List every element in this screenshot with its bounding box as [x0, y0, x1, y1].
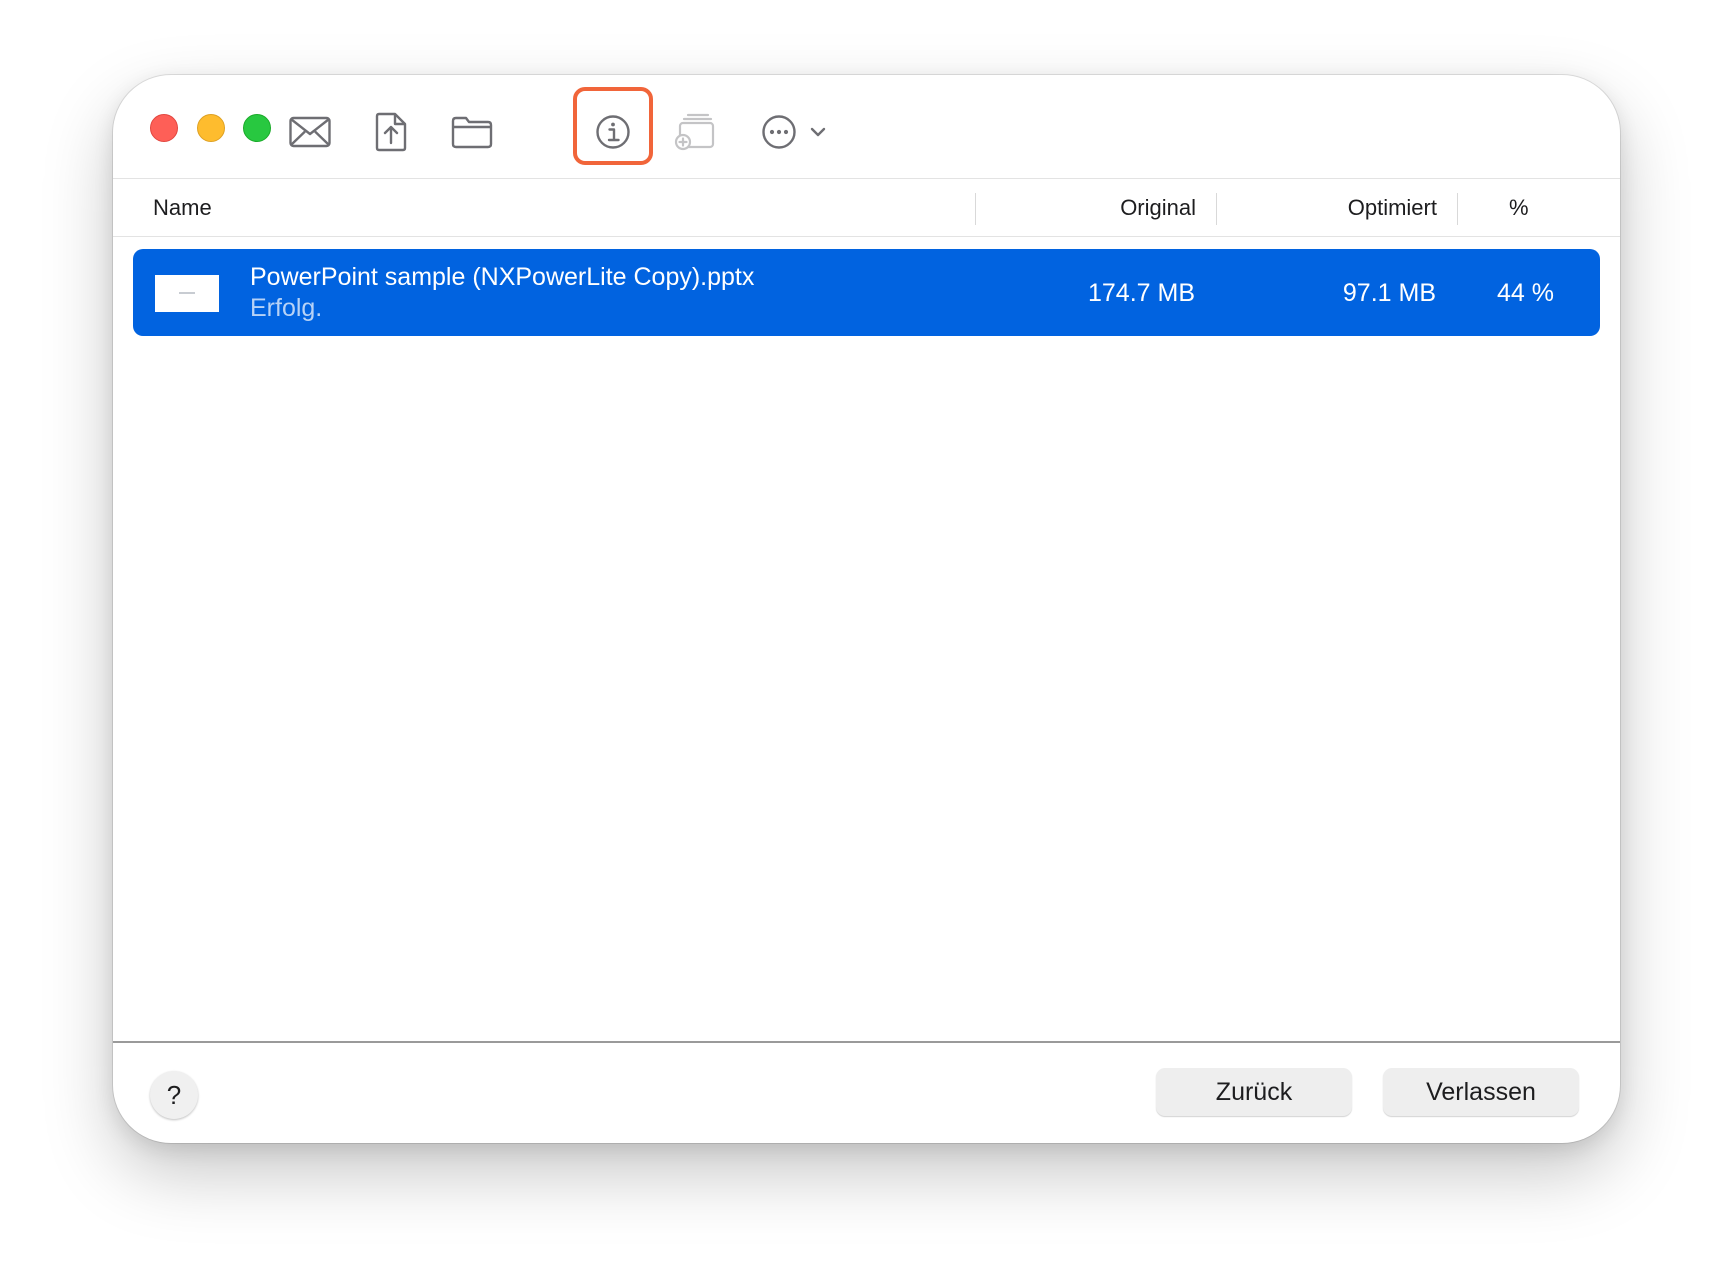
close-window-button[interactable] — [150, 114, 178, 142]
quit-button[interactable]: Verlassen — [1383, 1068, 1579, 1116]
file-status: Erfolg. — [250, 294, 323, 322]
column-separator — [1216, 193, 1217, 225]
column-header-percent[interactable]: % — [1509, 195, 1529, 221]
more-actions-button[interactable] — [751, 92, 837, 172]
share-document-icon — [375, 112, 407, 152]
optimized-size: 97.1 MB — [1342, 279, 1436, 307]
file-thumbnail — [155, 275, 219, 312]
column-header-original[interactable]: Original — [1120, 195, 1196, 221]
reduction-percent: 44 % — [1497, 279, 1554, 307]
app-window: Name Original Optimiert % PowerPoint sam… — [113, 75, 1620, 1143]
envelope-icon — [289, 116, 331, 148]
footer-divider — [113, 1041, 1620, 1043]
table-row[interactable]: PowerPoint sample (NXPowerLite Copy).ppt… — [133, 249, 1600, 336]
ellipsis-circle-icon — [762, 115, 796, 149]
toolbar — [113, 75, 1620, 179]
help-button[interactable]: ? — [150, 1071, 198, 1119]
stack-add-icon — [674, 113, 715, 151]
original-size: 174.7 MB — [1087, 279, 1195, 307]
chevron-down-icon — [810, 127, 826, 137]
minimize-window-button[interactable] — [197, 114, 225, 142]
zoom-window-button[interactable] — [243, 114, 271, 142]
reveal-folder-button[interactable] — [432, 92, 512, 172]
column-header-optimized[interactable]: Optimiert — [1348, 195, 1437, 221]
column-separator — [975, 193, 976, 225]
file-name: PowerPoint sample (NXPowerLite Copy).ppt… — [250, 263, 755, 291]
add-to-stack-button[interactable] — [655, 92, 735, 172]
back-button[interactable]: Zurück — [1156, 1068, 1352, 1116]
info-button-highlight — [573, 87, 653, 165]
table-header: Name Original Optimiert % — [113, 179, 1620, 237]
column-separator — [1457, 193, 1458, 225]
folder-icon — [451, 116, 493, 149]
mail-button[interactable] — [270, 92, 350, 172]
column-header-name[interactable]: Name — [153, 195, 212, 221]
share-button[interactable] — [351, 92, 431, 172]
